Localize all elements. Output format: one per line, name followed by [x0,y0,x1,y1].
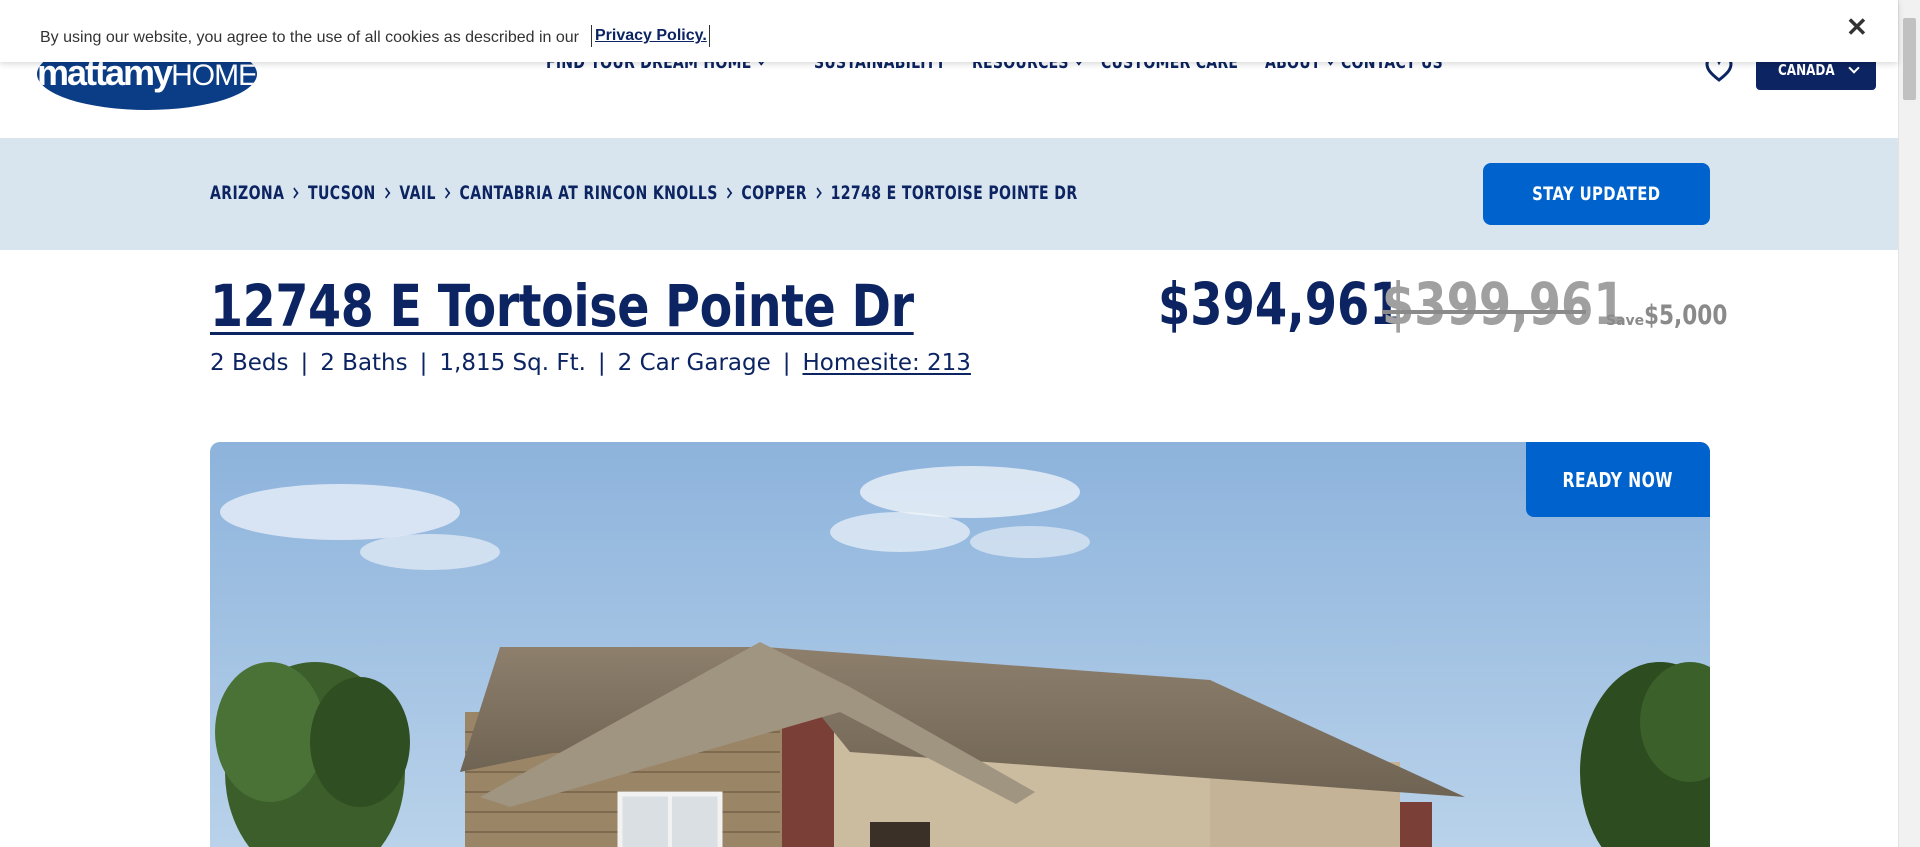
current-price: $394,961 [1158,270,1402,338]
chevron-right-icon [813,187,822,199]
ready-now-badge: READY NOW [1526,442,1710,517]
breadcrumb-model[interactable]: COPPER [741,182,807,204]
save-amount: $5,000 [1644,300,1728,331]
breadcrumb-vail[interactable]: VAIL [399,182,435,204]
cookie-banner: By using our website, you agree to the u… [0,0,1898,62]
spec-separator: | [419,350,428,376]
house-illustration [210,442,1710,847]
spec-sqft: 1,815 Sq. Ft. [439,350,586,376]
strikethrough-line [1382,310,1586,314]
breadcrumb-arizona[interactable]: ARIZONA [210,182,284,204]
save-label: Save [1606,313,1645,329]
chevron-right-icon [381,187,391,199]
chevron-right-icon [290,187,299,199]
breadcrumb: ARIZONA TUCSON VAIL CANTABRIA AT RINCON … [210,182,1382,204]
breadcrumb-community[interactable]: CANTABRIA AT RINCON KNOLLS [460,182,718,204]
chevron-down-icon [1848,61,1860,74]
page-title[interactable]: 12748 E Tortoise Pointe Dr [210,272,914,340]
breadcrumb-band: ARIZONA TUCSON VAIL CANTABRIA AT RINCON … [0,138,1898,250]
chevron-right-icon [442,187,451,199]
chevron-right-icon [723,187,733,199]
original-price: $399,961 [1382,270,1626,338]
spec-separator: | [300,350,309,376]
listing-specs: 2 Beds | 2 Baths | 1,815 Sq. Ft. | 2 Car… [210,350,971,376]
close-icon[interactable]: ✕ [1846,14,1868,40]
spec-baths: 2 Baths [320,350,408,376]
spec-separator: | [597,350,606,376]
home-rendering-image[interactable] [210,442,1710,847]
scroll-thumb[interactable] [1903,18,1916,100]
privacy-policy-link[interactable]: Privacy Policy. [591,25,710,47]
breadcrumb-tucson[interactable]: TUCSON [308,182,376,204]
spec-garage: 2 Car Garage [617,350,771,376]
homesite-link[interactable]: Homesite: 213 [803,350,971,376]
stay-updated-button[interactable]: STAY UPDATED [1483,163,1710,225]
spec-beds: 2 Beds [210,350,289,376]
page-scrollbar[interactable] [1898,0,1920,847]
spec-separator: | [782,350,791,376]
cookie-text: By using our website, you agree to the u… [40,29,579,46]
breadcrumb-current: 12748 E TORTOISE POINTE DR [830,182,1078,204]
